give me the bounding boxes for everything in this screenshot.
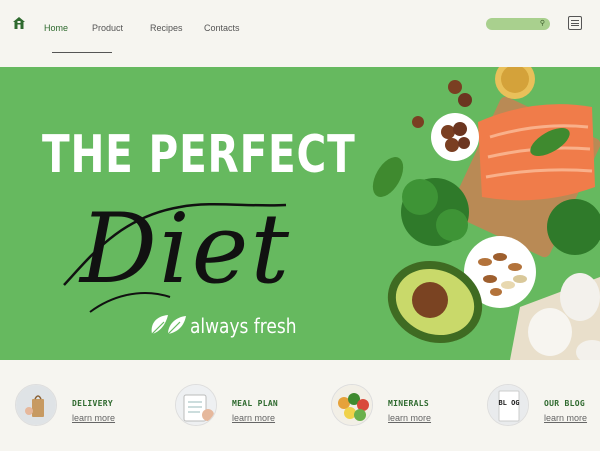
hero-tagline: always fresh <box>190 314 297 338</box>
learn-more-link[interactable]: learn more <box>72 413 115 423</box>
food-illustration <box>372 67 600 360</box>
feature-title: DELIVERY <box>72 399 113 408</box>
feature-title: MEAL PLAN <box>232 399 279 408</box>
features-strip: DELIVERY learn more MEAL PLAN learn more <box>0 360 600 451</box>
svg-text:BL OG: BL OG <box>498 399 519 407</box>
minerals-image <box>331 384 373 426</box>
nav-link-recipes[interactable]: Recipes <box>150 23 183 33</box>
leaf-icon <box>151 315 186 335</box>
hamburger-menu-icon[interactable] <box>568 16 582 30</box>
search-input[interactable]: ⚲ <box>486 18 550 30</box>
home-icon[interactable] <box>12 16 26 30</box>
nav-link-product[interactable]: Product <box>92 23 123 33</box>
feature-title: OUR BLOG <box>544 399 585 408</box>
hero-title: THE PERFECT <box>42 125 356 185</box>
nav-link-home[interactable]: Home <box>44 23 68 33</box>
nav-link-contacts[interactable]: Contacts <box>204 23 240 33</box>
hero-banner: THE PERFECT Diet always fresh <box>0 67 600 360</box>
svg-text:Diet: Diet <box>78 193 291 305</box>
hero-script-word: Diet <box>63 193 291 313</box>
meal-plan-notebook-image <box>175 384 217 426</box>
learn-more-link[interactable]: learn more <box>544 413 587 423</box>
top-navigation: Home Product Recipes Contacts ⚲ <box>0 0 600 67</box>
active-nav-underline <box>52 52 112 53</box>
learn-more-link[interactable]: learn more <box>232 413 275 423</box>
blog-card-image: BL OG <box>487 384 529 426</box>
learn-more-link[interactable]: learn more <box>388 413 431 423</box>
delivery-bag-image <box>15 384 57 426</box>
feature-title: MINERALS <box>388 399 429 408</box>
search-icon[interactable]: ⚲ <box>540 20 545 28</box>
